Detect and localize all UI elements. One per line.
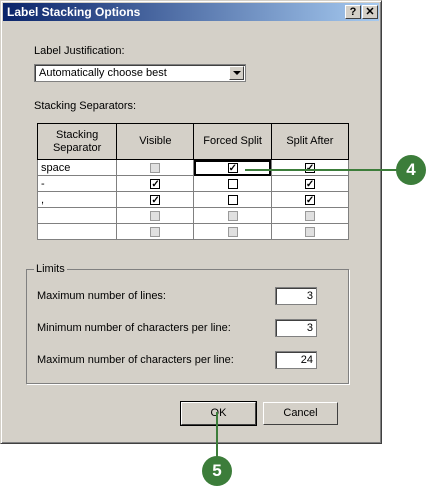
- forced-cell: [193, 223, 272, 240]
- help-button[interactable]: ?: [345, 5, 361, 19]
- after-checkbox[interactable]: [304, 194, 315, 205]
- max-chars-input[interactable]: 24: [275, 351, 317, 369]
- label-stacking-options-dialog: Label Stacking Options ? ✕ Label Justifi…: [0, 0, 382, 444]
- after-cell: [270, 223, 350, 240]
- table-row[interactable]: ,: [36, 191, 350, 208]
- visible-cell: [116, 223, 195, 240]
- separator-cell[interactable]: [36, 223, 118, 240]
- callout-5-badge: 5: [202, 456, 232, 486]
- visible-checkbox[interactable]: [150, 194, 161, 205]
- header-split-after: Split After: [270, 123, 350, 160]
- forced-checkbox: [227, 210, 238, 221]
- limits-title: Limits: [34, 263, 67, 275]
- chevron-down-icon[interactable]: [229, 66, 244, 80]
- visible-cell: [116, 159, 195, 176]
- after-checkbox: [304, 226, 315, 237]
- after-checkbox[interactable]: [304, 162, 315, 173]
- label-justification-value: Automatically choose best: [39, 67, 167, 79]
- visible-cell: [116, 175, 195, 192]
- visible-checkbox: [150, 226, 161, 237]
- callout-4-badge: 4: [396, 155, 426, 185]
- forced-cell: [193, 175, 272, 192]
- label-justification-select[interactable]: Automatically choose best: [34, 64, 246, 82]
- max-lines-input[interactable]: 3: [275, 287, 317, 305]
- forced-checkbox[interactable]: [227, 194, 238, 205]
- stacking-separators-label: Stacking Separators:: [34, 100, 137, 112]
- visible-cell: [116, 191, 195, 208]
- separator-cell[interactable]: [36, 207, 118, 224]
- table-row[interactable]: [36, 223, 350, 240]
- separator-cell[interactable]: space: [36, 159, 118, 176]
- callout-4-line: [245, 169, 401, 171]
- min-chars-input[interactable]: 3: [275, 319, 317, 337]
- callout-5-line: [216, 412, 218, 458]
- table-row[interactable]: -: [36, 175, 350, 192]
- title-bar[interactable]: Label Stacking Options ? ✕: [3, 3, 379, 21]
- header-visible: Visible: [116, 123, 195, 160]
- forced-checkbox: [227, 226, 238, 237]
- header-stacking-separator: Stacking Separator: [36, 123, 118, 160]
- forced-cell: [193, 207, 272, 224]
- max-lines-label: Maximum number of lines:: [37, 290, 166, 302]
- visible-checkbox[interactable]: [150, 178, 161, 189]
- separator-cell[interactable]: ,: [36, 191, 118, 208]
- after-checkbox[interactable]: [304, 178, 315, 189]
- stacking-separators-table: Stacking Separator Visible Forced Split …: [36, 123, 350, 240]
- separator-cell[interactable]: -: [36, 175, 118, 192]
- header-forced-split: Forced Split: [193, 123, 272, 160]
- max-chars-label: Maximum number of characters per line:: [37, 354, 234, 366]
- min-chars-label: Minimum number of characters per line:: [37, 322, 231, 334]
- visible-checkbox: [150, 210, 161, 221]
- forced-cell: [193, 159, 272, 176]
- forced-cell: [193, 191, 272, 208]
- dialog-title: Label Stacking Options: [7, 5, 141, 19]
- visible-cell: [116, 207, 195, 224]
- table-row[interactable]: space: [36, 159, 350, 176]
- after-cell: [270, 175, 350, 192]
- visible-checkbox: [150, 162, 161, 173]
- after-checkbox: [304, 210, 315, 221]
- cancel-button[interactable]: Cancel: [263, 402, 338, 425]
- forced-checkbox[interactable]: [227, 162, 238, 173]
- label-justification-label: Label Justification:: [34, 45, 125, 57]
- close-button[interactable]: ✕: [362, 5, 378, 19]
- table-row[interactable]: [36, 207, 350, 224]
- after-cell: [270, 207, 350, 224]
- ok-button[interactable]: OK: [180, 401, 257, 426]
- after-cell: [270, 191, 350, 208]
- forced-checkbox[interactable]: [227, 178, 238, 189]
- after-cell: [270, 159, 350, 176]
